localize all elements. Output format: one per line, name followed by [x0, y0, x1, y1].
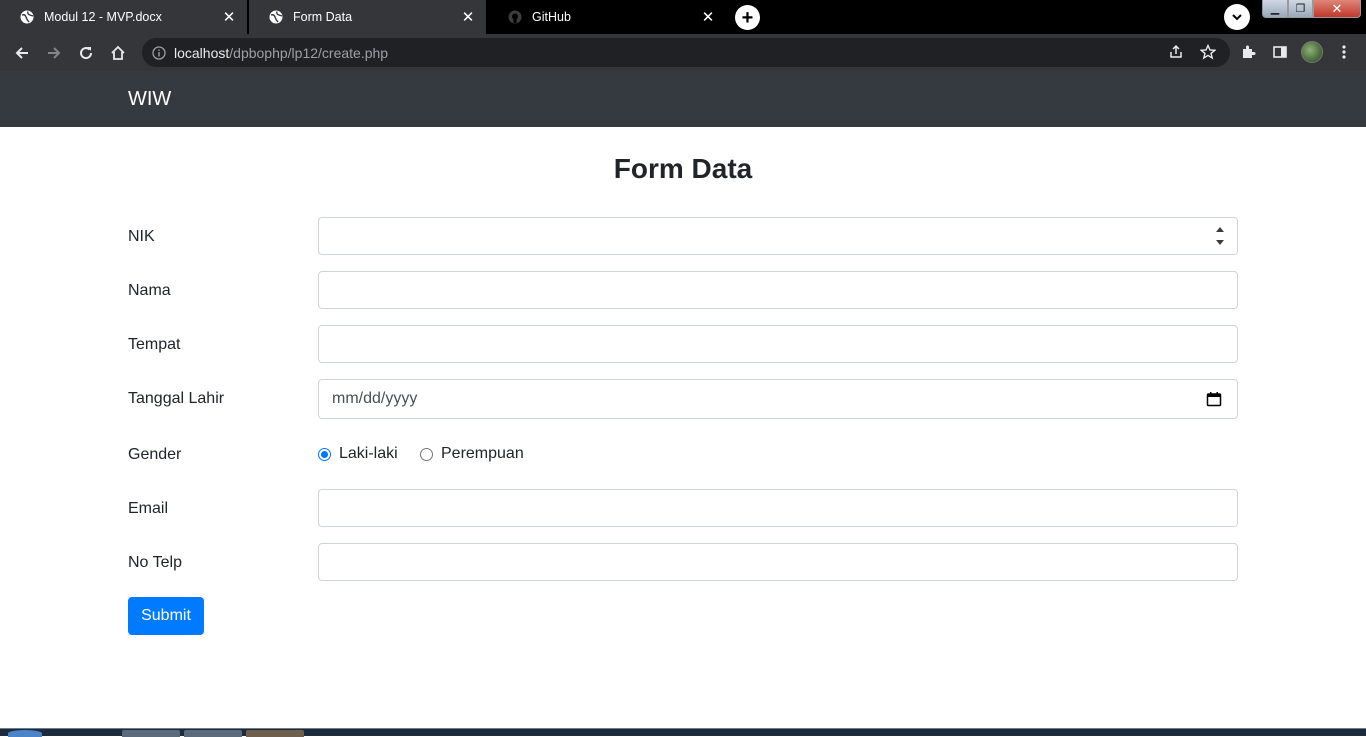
plus-icon[interactable]: +	[735, 5, 760, 30]
radio-label: Laki-laki	[339, 445, 398, 462]
radio-button[interactable]	[420, 447, 433, 461]
url-text: localhost/dpbophp/lp12/create.php	[174, 45, 388, 61]
tanggal-lahir-label: Tanggal Lahir	[128, 390, 225, 407]
nik-label: NIK	[128, 228, 155, 245]
url-host: localhost	[174, 44, 230, 61]
back-arrow-icon[interactable]	[11, 42, 33, 64]
calendar-icon[interactable]	[1206, 391, 1222, 407]
globe-icon	[20, 10, 34, 24]
minimize-window-button[interactable]: ▁	[1262, 0, 1288, 18]
info-icon[interactable]	[152, 45, 166, 60]
tab-modul-12[interactable]: Modul 12 - MVP.docx ✕	[0, 0, 247, 34]
globe-icon	[269, 10, 283, 24]
radio-button-checked[interactable]	[318, 447, 331, 461]
tempat-label: Tempat	[128, 336, 181, 353]
tab-form-data[interactable]: Form Data ✕	[249, 0, 486, 34]
email-label: Email	[128, 500, 169, 517]
spinner-down-icon[interactable]	[1216, 240, 1224, 245]
nik-input[interactable]	[318, 217, 1238, 255]
star-icon[interactable]	[1198, 42, 1218, 62]
side-panel-icon[interactable]	[1270, 42, 1290, 62]
tanggal-lahir-input[interactable]: mm/dd/yyyy	[318, 379, 1238, 419]
tab-title: Modul 12 - MVP.docx	[44, 10, 162, 24]
address-bar[interactable]: localhost/dpbophp/lp12/create.php	[142, 38, 1230, 67]
no-telp-input[interactable]	[318, 543, 1238, 581]
chevron-down-icon[interactable]	[1224, 4, 1250, 30]
gender-radio-perempuan[interactable]: Perempuan	[420, 445, 524, 463]
no-telp-label: No Telp	[128, 554, 182, 571]
nama-label: Nama	[128, 282, 171, 299]
os-taskbar	[0, 728, 1366, 737]
reload-icon[interactable]	[75, 42, 97, 64]
email-input[interactable]	[318, 489, 1238, 527]
navbar-brand[interactable]: WIW	[128, 88, 171, 111]
url-path: /dpbophp/lp12/create.php	[229, 44, 389, 61]
maximize-window-button[interactable]: ❐	[1288, 0, 1313, 18]
home-icon[interactable]	[107, 42, 129, 64]
tempat-input[interactable]	[318, 325, 1238, 363]
radio-label: Perempuan	[441, 445, 524, 462]
spinner-up-icon[interactable]	[1216, 227, 1224, 232]
tab-title: GitHub	[532, 10, 571, 24]
forward-arrow-icon[interactable]	[43, 42, 65, 64]
page-title: Form Data	[613, 153, 753, 184]
profile-avatar[interactable]	[1301, 41, 1323, 63]
more-menu-icon[interactable]	[1334, 42, 1354, 62]
nama-input[interactable]	[318, 271, 1238, 309]
share-icon[interactable]	[1166, 42, 1186, 62]
close-icon[interactable]: ✕	[219, 7, 239, 27]
number-spinner[interactable]	[1215, 227, 1225, 245]
tab-github[interactable]: GitHub ✕	[488, 0, 726, 34]
gender-radio-laki-laki[interactable]: Laki-laki	[318, 445, 398, 463]
browser-tab-strip: Modul 12 - MVP.docx ✕ Form Data ✕ GitHub…	[0, 0, 1366, 34]
browser-toolbar: localhost/dpbophp/lp12/create.php	[0, 34, 1366, 71]
gender-label: Gender	[128, 446, 182, 463]
submit-button[interactable]: Submit	[128, 597, 204, 635]
close-window-button[interactable]: ✕	[1313, 0, 1361, 18]
extensions-puzzle-icon[interactable]	[1238, 42, 1258, 62]
site-navbar: WIW	[0, 71, 1366, 127]
tab-title: Form Data	[293, 10, 353, 24]
close-icon[interactable]: ✕	[458, 7, 478, 27]
close-icon[interactable]: ✕	[698, 7, 718, 27]
github-icon	[508, 10, 522, 24]
date-placeholder: mm/dd/yyyy	[332, 390, 418, 407]
